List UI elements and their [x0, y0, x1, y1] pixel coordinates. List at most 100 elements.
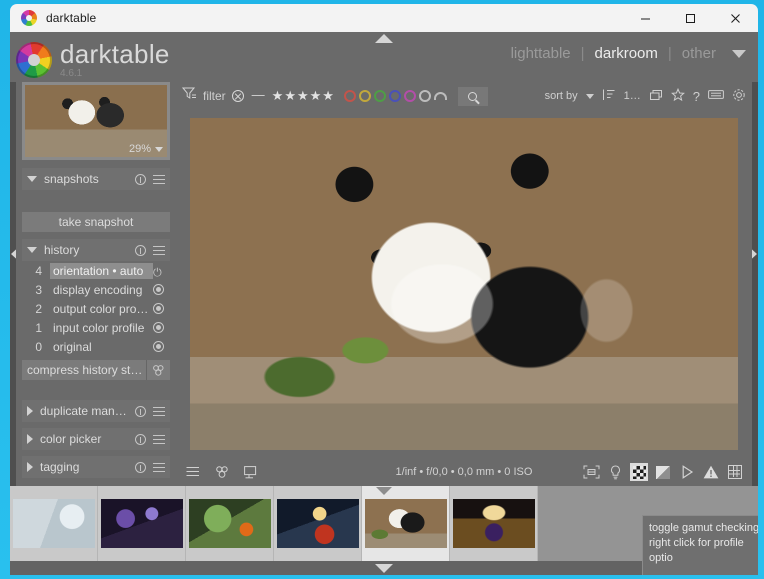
history-header[interactable]: history: [22, 239, 170, 261]
expand-triangle-icon[interactable]: [27, 434, 33, 444]
sort-direction-icon[interactable]: [602, 88, 616, 105]
history-item[interactable]: 0 original: [22, 337, 170, 356]
collapse-bottom-panel-arrow[interactable]: [375, 564, 393, 573]
filmstrip-up-arrow[interactable]: [376, 487, 392, 495]
history-item[interactable]: 3 display encoding: [22, 280, 170, 299]
search-button[interactable]: [457, 86, 488, 106]
chevron-down-icon[interactable]: [732, 49, 746, 58]
filmstrip-thumbnail[interactable]: [186, 486, 274, 561]
info-icon[interactable]: [135, 173, 146, 185]
expand-triangle-icon[interactable]: [27, 462, 33, 472]
history-item-number: 4: [35, 263, 42, 278]
filmstrip-thumbnail[interactable]: [98, 486, 186, 561]
presets-menu-icon[interactable]: [153, 434, 165, 444]
collapse-top-panel-arrow[interactable]: [375, 34, 393, 43]
gamut-check-icon[interactable]: [630, 463, 648, 481]
info-icon[interactable]: [135, 461, 146, 473]
color-label-red-icon[interactable]: [343, 90, 356, 102]
create-style-icon[interactable]: [146, 360, 170, 380]
chevron-down-icon[interactable]: [585, 93, 594, 99]
gear-icon[interactable]: [732, 88, 746, 105]
power-icon[interactable]: [153, 265, 164, 276]
info-icon[interactable]: [135, 405, 146, 417]
color-label-gray-icon[interactable]: [418, 90, 431, 102]
second-window-icon[interactable]: [242, 463, 260, 481]
maximize-button[interactable]: [668, 4, 713, 32]
filmstrip-thumbnail[interactable]: [274, 486, 362, 561]
left-panel: 29% snapshots take snapshot history 4 or…: [16, 82, 176, 486]
star-rating-filter[interactable]: ★ ★ ★ ★ ★: [272, 88, 334, 104]
snapshots-header[interactable]: snapshots: [22, 168, 170, 190]
color-label-yellow-icon[interactable]: [358, 90, 371, 102]
filter-funnel-icon[interactable]: [181, 86, 197, 106]
focus-peaking-icon[interactable]: [582, 463, 600, 481]
color-label-green-icon[interactable]: [373, 90, 386, 102]
take-snapshot-container: take snapshot: [22, 212, 170, 232]
filmstrip-thumbnail[interactable]: [450, 486, 538, 561]
expand-triangle-icon[interactable]: [27, 247, 37, 253]
star-overlays-icon[interactable]: [670, 87, 685, 105]
styles-icon[interactable]: [213, 463, 231, 481]
keyboard-shortcuts-icon[interactable]: [708, 89, 724, 103]
presets-menu-icon[interactable]: [153, 462, 165, 472]
minimize-button[interactable]: [623, 4, 668, 32]
mode-darkroom[interactable]: darkroom: [595, 45, 658, 62]
info-icon[interactable]: [135, 244, 146, 256]
radio-icon[interactable]: [153, 322, 164, 333]
compress-history-button[interactable]: compress history st…: [22, 360, 146, 380]
star-icon-1[interactable]: ★: [272, 88, 284, 104]
navigation-thumbnail[interactable]: 29%: [22, 82, 170, 160]
color-picker-header[interactable]: color picker: [22, 428, 170, 450]
tagging-header[interactable]: tagging: [22, 456, 170, 478]
expand-triangle-icon[interactable]: [27, 406, 33, 416]
grouping-icon[interactable]: [649, 89, 663, 104]
clipping-warning-icon[interactable]: [702, 463, 720, 481]
guide-lines-icon[interactable]: [726, 463, 744, 481]
presets-menu-icon[interactable]: [153, 406, 165, 416]
radio-icon[interactable]: [153, 284, 164, 295]
mode-lighttable[interactable]: lighttable: [511, 45, 571, 62]
thumbnail-image: [188, 499, 271, 548]
star-icon-5[interactable]: ★: [322, 88, 334, 104]
star-icon-3[interactable]: ★: [297, 88, 309, 104]
radio-icon[interactable]: [153, 341, 164, 352]
chevron-down-icon[interactable]: [155, 146, 163, 152]
presets-menu-icon[interactable]: [153, 245, 165, 255]
grouping-count-label[interactable]: 1…: [624, 90, 641, 102]
mode-separator-1: |: [580, 45, 585, 62]
presets-menu-icon[interactable]: [153, 174, 165, 184]
close-button[interactable]: [713, 4, 758, 32]
color-label-all-icon[interactable]: [433, 92, 447, 100]
mode-other[interactable]: other: [682, 45, 716, 62]
history-item-label: output color profi…: [53, 301, 153, 316]
overexposed-icon[interactable]: [678, 463, 696, 481]
image-canvas[interactable]: [176, 110, 752, 458]
raw-overexposed-icon[interactable]: [654, 463, 672, 481]
color-label-purple-icon[interactable]: [403, 90, 416, 102]
right-rail: [752, 82, 758, 486]
radio-icon[interactable]: [153, 303, 164, 314]
duplicate-manager-header[interactable]: duplicate man…: [22, 400, 170, 422]
reject-icon[interactable]: [231, 90, 244, 102]
softproof-icon[interactable]: [606, 463, 624, 481]
checker-glyph: [632, 465, 646, 479]
thumbnail-image: [364, 499, 447, 548]
tooltip: toggle gamut checking right click for pr…: [642, 515, 758, 575]
star-icon-4[interactable]: ★: [310, 88, 322, 104]
filmstrip-thumbnail[interactable]: [10, 486, 98, 561]
color-label-blue-icon[interactable]: [388, 90, 401, 102]
take-snapshot-button[interactable]: take snapshot: [22, 212, 170, 232]
history-item[interactable]: 4 orientation • auto: [22, 261, 170, 280]
expand-triangle-icon[interactable]: [27, 176, 37, 182]
info-icon[interactable]: [135, 433, 146, 445]
history-item[interactable]: 1 input color profile: [22, 318, 170, 337]
history-item[interactable]: 2 output color profi…: [22, 299, 170, 318]
zoom-level-control[interactable]: 29%: [129, 143, 163, 155]
help-icon[interactable]: ?: [693, 89, 700, 104]
app-window: darktable darktable 4.6.1 lighttable | d…: [0, 0, 764, 579]
rating-dash[interactable]: —: [252, 87, 265, 102]
filmstrip-thumbnail-selected[interactable]: [362, 486, 450, 561]
compress-history-row: compress history st…: [22, 360, 170, 380]
presets-icon[interactable]: [184, 463, 202, 481]
star-icon-2[interactable]: ★: [284, 88, 296, 104]
